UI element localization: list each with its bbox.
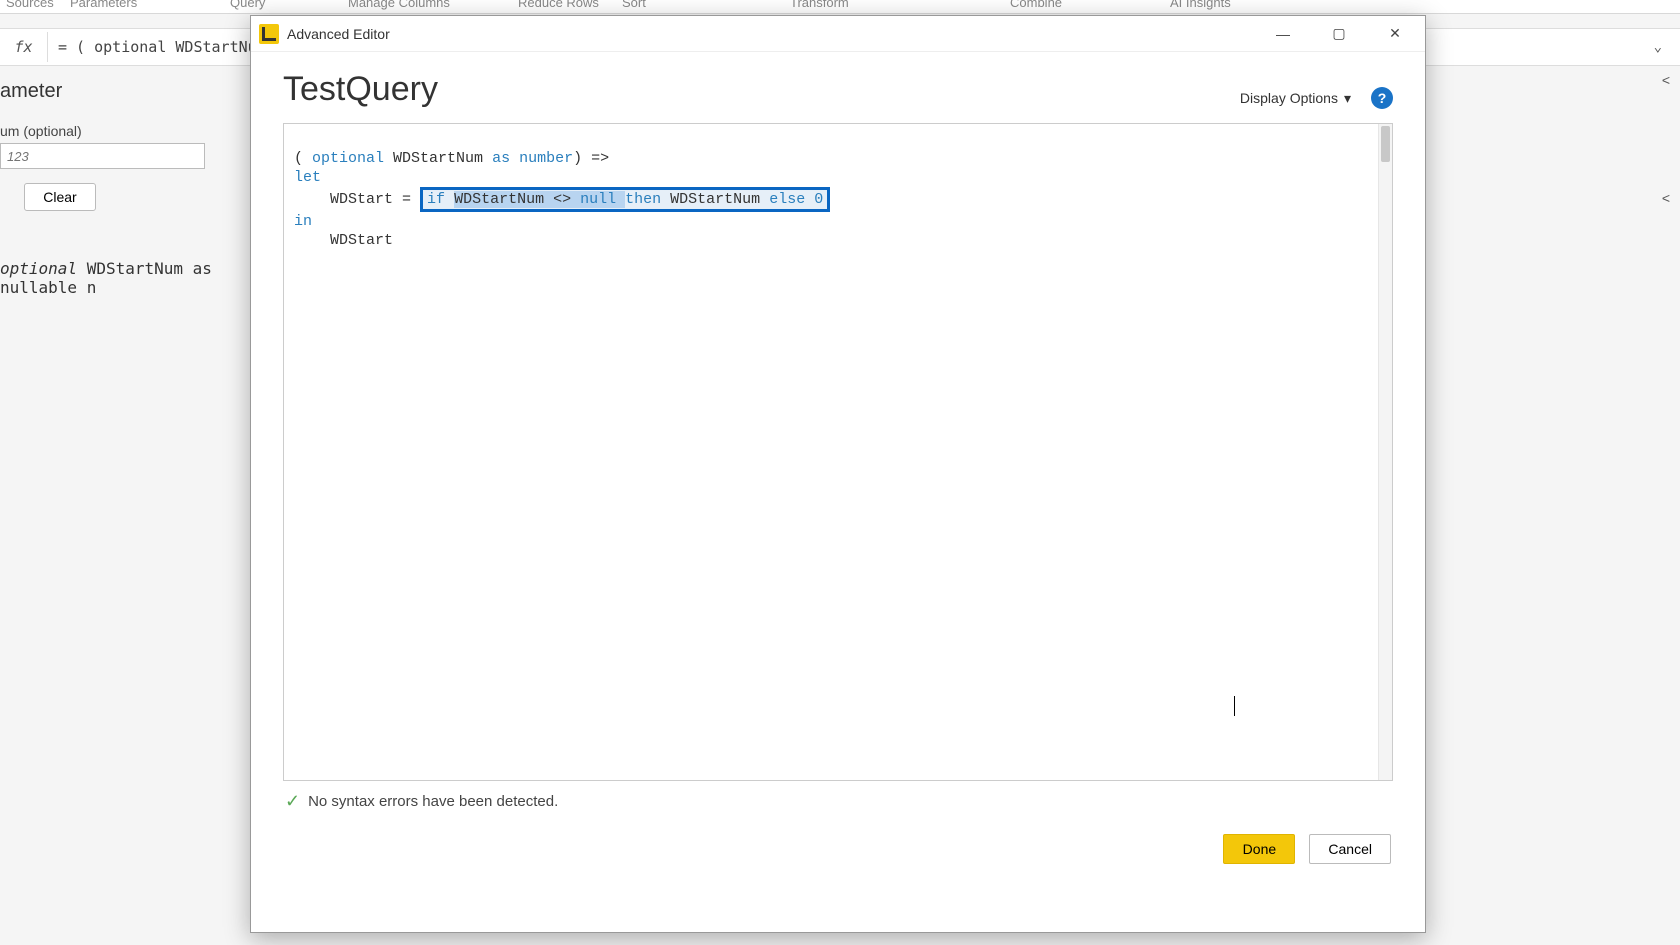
collapse-pane-icon[interactable]: <: [1662, 190, 1670, 206]
chevron-down-icon: ▾: [1344, 90, 1351, 107]
tok: ) =>: [573, 150, 609, 167]
minimize-button[interactable]: —: [1267, 22, 1299, 46]
tok: [760, 191, 769, 208]
tok-keyword: optional: [312, 150, 384, 167]
tok-keyword: let: [294, 169, 321, 186]
param-label: um (optional): [0, 123, 250, 139]
tok-keyword: number: [519, 150, 573, 167]
ribbon-group: Transform: [790, 0, 849, 10]
status-text: No syntax errors have been detected.: [308, 793, 558, 810]
query-name-heading: TestQuery: [283, 70, 438, 109]
tok: [294, 191, 330, 208]
ribbon-group-labels: Sources Parameters Query Manage Columns …: [0, 0, 1680, 14]
tok: =: [393, 191, 420, 208]
dialog-titlebar[interactable]: Advanced Editor — ▢ ✕: [251, 16, 1425, 52]
display-options-dropdown[interactable]: Display Options ▾: [1240, 90, 1351, 107]
tok-keyword: if: [427, 191, 445, 208]
tok: (: [294, 150, 312, 167]
ribbon-group: Sort: [622, 0, 646, 10]
tok-ident: WDStart: [330, 191, 393, 208]
tok: [510, 150, 519, 167]
tok-keyword: as: [492, 150, 510, 167]
tok: [445, 191, 454, 208]
tok-ident: WDStart: [330, 232, 393, 249]
signature-id: WDStartNum: [87, 259, 183, 278]
panel-heading: ameter: [0, 80, 250, 103]
ribbon-group: Combine: [1010, 0, 1062, 10]
ribbon-group: Reduce Rows: [518, 0, 599, 10]
formula-text[interactable]: = ( optional WDStartNum a: [48, 38, 284, 56]
fx-icon[interactable]: fx: [0, 32, 48, 62]
dialog-title: Advanced Editor: [287, 26, 390, 42]
tok-number: 0: [814, 191, 823, 208]
done-button[interactable]: Done: [1223, 834, 1295, 864]
parameter-panel: ameter um (optional) Clear optional WDSt…: [0, 70, 250, 297]
tok-keyword: in: [294, 213, 312, 230]
highlighted-expression: if WDStartNum <> null then WDStartNum el…: [420, 187, 830, 212]
kw-optional: optional: [0, 259, 87, 278]
editor-scrollbar[interactable]: [1378, 124, 1392, 780]
code-content[interactable]: ( optional WDStartNum as number) => let …: [284, 124, 1378, 780]
ribbon-group: Query: [230, 0, 265, 10]
text-cursor: [1234, 696, 1235, 716]
display-options-label: Display Options: [1240, 90, 1338, 106]
tok-ident: WDStartNum: [670, 191, 760, 208]
powerbi-icon: [259, 24, 279, 44]
expand-formula-icon[interactable]: ⌄: [1654, 39, 1662, 55]
tok-ident: WDStartNum: [393, 150, 483, 167]
tok: [294, 232, 330, 249]
close-button[interactable]: ✕: [1379, 22, 1411, 46]
ribbon-group: Sources: [6, 0, 54, 10]
code-editor[interactable]: ( optional WDStartNum as number) => let …: [283, 123, 1393, 781]
tok-keyword: null: [580, 191, 625, 208]
tok: [483, 150, 492, 167]
ribbon-group: Manage Columns: [348, 0, 450, 10]
scrollbar-thumb[interactable]: [1381, 126, 1390, 162]
advanced-editor-dialog: Advanced Editor — ▢ ✕ TestQuery Display …: [250, 15, 1426, 933]
tok-keyword: then: [625, 191, 661, 208]
tok-keyword: else: [769, 191, 805, 208]
ribbon-group: AI Insights: [1170, 0, 1231, 10]
function-signature: optional WDStartNum as nullable n: [0, 259, 250, 297]
clear-button[interactable]: Clear: [24, 183, 96, 211]
tok: [805, 191, 814, 208]
syntax-status: ✓ No syntax errors have been detected.: [283, 781, 1393, 812]
help-icon[interactable]: ?: [1371, 87, 1393, 109]
tok: [661, 191, 670, 208]
ribbon-group: Parameters: [70, 0, 137, 10]
maximize-button[interactable]: ▢: [1323, 22, 1355, 46]
collapse-pane-icon[interactable]: <: [1662, 72, 1670, 88]
check-icon: ✓: [285, 791, 300, 812]
cancel-button[interactable]: Cancel: [1309, 834, 1391, 864]
tok: [384, 150, 393, 167]
param-input[interactable]: [0, 143, 205, 169]
tok-selected: WDStartNum <>: [454, 191, 580, 208]
